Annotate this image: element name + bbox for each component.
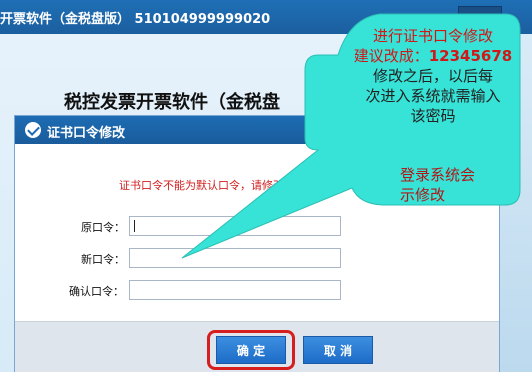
callout-line-5: 该密码: [410, 107, 456, 125]
callout-hint: 登录系统会 示修改: [400, 165, 475, 205]
callout-line-4: 次进入系统就需输入: [365, 87, 501, 105]
callout-text: 进行证书口令修改 建议改成：12345678 修改之后，以后每 次进入系统就需输…: [340, 26, 526, 126]
callout-line-3: 修改之后，以后每: [372, 67, 493, 85]
callout-hint-line-2: 示修改: [400, 186, 446, 204]
callout-suggest-prefix: 建议改成：: [353, 47, 429, 65]
callout-suggest-value: 12345678: [428, 47, 513, 65]
callout-line-1: 进行证书口令修改: [372, 27, 493, 45]
callout-hint-line-1: 登录系统会: [400, 166, 476, 184]
callout-line-2: 建议改成：12345678: [340, 46, 526, 66]
